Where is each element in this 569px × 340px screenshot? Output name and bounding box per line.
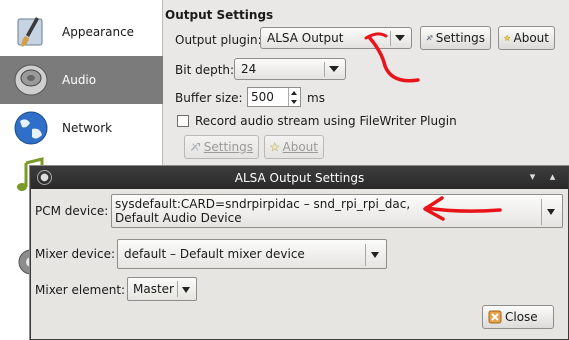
- mixer-device-value: default – Default mixer device: [124, 247, 305, 261]
- combo-separator: [365, 244, 366, 266]
- combo-separator: [324, 62, 325, 77]
- close-button-label: Close: [505, 310, 538, 324]
- mixer-device-label: Mixer device:: [35, 247, 116, 261]
- sidebar-item-network[interactable]: Network: [0, 104, 163, 152]
- sidebar-item-label: Network: [62, 121, 113, 135]
- about-button-label: About: [282, 140, 318, 154]
- settings-button-label: Settings: [203, 140, 253, 154]
- sidebar-item-label: Appearance: [62, 25, 135, 39]
- sidebar-item-audio[interactable]: Audio: [0, 56, 163, 104]
- tools-icon: [426, 35, 433, 41]
- pcm-device-value-line2: Default Audio Device: [115, 211, 242, 225]
- chevron-down-icon: [182, 287, 190, 293]
- output-settings-button[interactable]: Settings: [420, 26, 491, 50]
- chevron-down-icon: [329, 66, 339, 72]
- chevron-down-icon: [371, 252, 379, 258]
- alsa-settings-dialog: ● ALSA Output Settings ▾ ▴ PCM device: s…: [30, 166, 569, 340]
- pcm-device-select[interactable]: sysdefault:CARD=sndrpirpidac – snd_rpi_r…: [111, 194, 563, 228]
- chevron-down-icon: [547, 209, 555, 215]
- tools-icon: [190, 142, 201, 151]
- mixer-element-label: Mixer element:: [35, 283, 126, 297]
- combo-separator: [541, 199, 542, 225]
- output-plugin-label: Output plugin:: [175, 33, 262, 47]
- speaker-icon: [14, 64, 48, 96]
- bit-depth-select[interactable]: 24: [234, 58, 346, 80]
- star-icon: [270, 142, 280, 152]
- pcm-device-label: PCM device:: [35, 204, 109, 218]
- sidebar-item-appearance[interactable]: Appearance: [0, 8, 163, 56]
- buffer-size-label: Buffer size:: [175, 91, 243, 105]
- record-stream-checkbox[interactable]: [177, 115, 189, 127]
- minimize-icon[interactable]: ▾: [525, 170, 540, 185]
- record-settings-button[interactable]: Settings: [184, 135, 259, 159]
- about-button-label: About: [513, 31, 549, 45]
- close-icon: [488, 310, 502, 324]
- record-about-button[interactable]: About: [264, 135, 324, 159]
- down-arrow-icon[interactable]: [290, 99, 297, 104]
- star-icon: [504, 34, 511, 42]
- settings-button-label: Settings: [435, 31, 485, 45]
- mixer-element-value: Master: [133, 282, 174, 296]
- dialog-titlebar[interactable]: ● ALSA Output Settings ▾ ▴: [31, 167, 568, 189]
- output-plugin-value: ALSA Output: [267, 31, 344, 45]
- bit-depth-value: 24: [241, 62, 257, 76]
- dialog-title: ALSA Output Settings: [234, 171, 365, 185]
- mixer-device-select[interactable]: default – Default mixer device: [117, 239, 387, 269]
- buffer-size-value: 500: [251, 90, 274, 104]
- buffer-size-unit: ms: [307, 91, 325, 105]
- globe-icon: [14, 111, 48, 145]
- bit-depth-label: Bit depth:: [175, 63, 235, 77]
- paintbrush-icon: [17, 17, 43, 47]
- combo-separator: [177, 281, 178, 297]
- output-about-button[interactable]: About: [498, 26, 555, 50]
- buffer-size-spinner[interactable]: 500: [247, 87, 301, 107]
- section-title: Output Settings: [165, 8, 274, 22]
- up-arrow-icon[interactable]: [290, 90, 297, 95]
- mixer-element-select[interactable]: Master: [127, 277, 197, 301]
- maximize-icon[interactable]: ▴: [545, 170, 560, 185]
- spin-arrows[interactable]: [288, 88, 298, 106]
- combo-separator: [390, 31, 391, 46]
- close-button[interactable]: Close: [482, 305, 554, 329]
- output-plugin-select[interactable]: ALSA Output: [260, 27, 412, 49]
- pcm-device-value-line1: sysdefault:CARD=sndrpirpidac – snd_rpi_r…: [115, 197, 411, 211]
- record-stream-label[interactable]: Record audio stream using FileWriter Plu…: [195, 114, 457, 128]
- sidebar-item-label: Audio: [62, 73, 97, 87]
- chevron-down-icon: [395, 35, 405, 41]
